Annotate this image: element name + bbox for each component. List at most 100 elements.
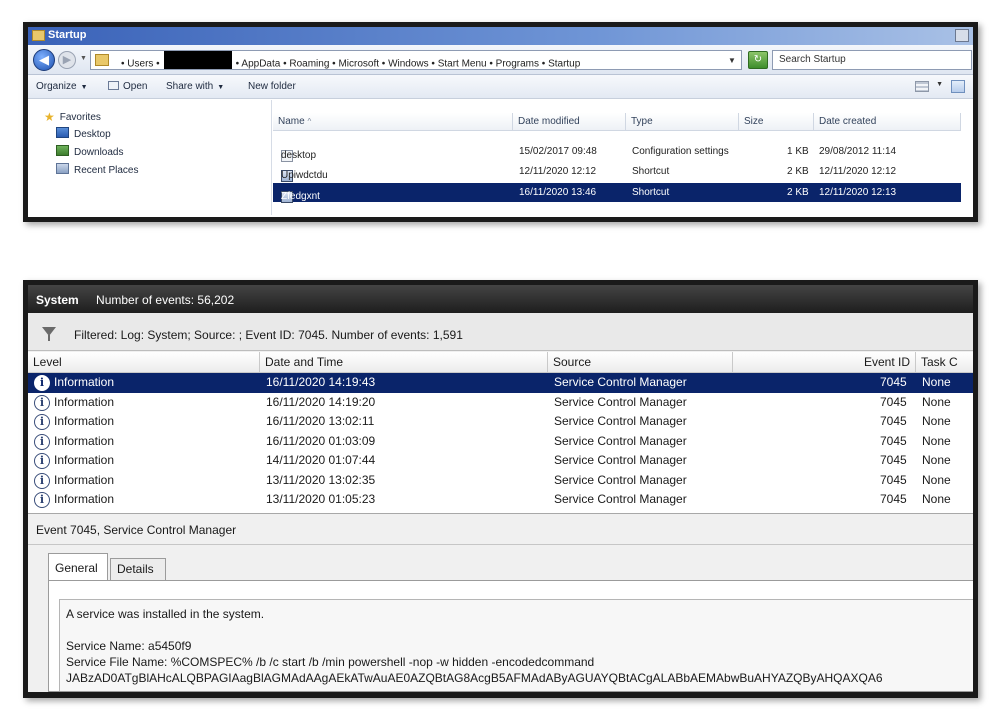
address-segment-path[interactable]: • AppData • Roaming • Microsoft • Window… — [236, 59, 581, 69]
column-header-level[interactable]: Level — [28, 352, 260, 373]
event-row[interactable]: i Information 13/11/2020 01:05:23 Servic… — [28, 490, 973, 510]
share-with-button[interactable]: Share with ▼ — [166, 81, 224, 92]
address-bar-row: ◀ ▶ ▼ • Users • • AppData • Roaming • Mic… — [28, 45, 973, 75]
explorer-title-bar: Startup — [28, 27, 973, 45]
column-header-type[interactable]: Type — [626, 113, 739, 131]
file-type: Shortcut — [632, 166, 670, 177]
tab-general[interactable]: General — [48, 553, 108, 581]
file-name: Zfedgxnt — [281, 191, 320, 202]
view-options-icon[interactable] — [915, 81, 929, 92]
new-folder-button[interactable]: New folder — [248, 81, 296, 92]
file-list: Name ^ Date modified Type Size Date crea… — [273, 100, 973, 215]
event-id: 7045 — [880, 433, 907, 448]
column-header-task-category[interactable]: Task C — [916, 352, 973, 373]
event-id: 7045 — [880, 375, 907, 389]
event-row[interactable]: i Information 13/11/2020 13:02:35 Servic… — [28, 471, 973, 491]
folder-icon — [32, 30, 45, 41]
event-id: 7045 — [880, 453, 907, 467]
event-id: 7045 — [880, 394, 907, 409]
back-button[interactable]: ◀ — [33, 49, 55, 71]
event-task: None — [922, 394, 951, 409]
event-viewer-window: System Number of events: 56,202 Filtered… — [23, 280, 978, 698]
forward-button[interactable]: ▶ — [58, 51, 76, 69]
chevron-down-icon[interactable]: ▼ — [936, 81, 943, 88]
event-description[interactable]: A service was installed in the system. S… — [59, 599, 973, 691]
address-bar[interactable]: • Users • • AppData • Roaming • Microsoft… — [90, 50, 742, 70]
file-date-created: 12/11/2020 12:12 — [819, 166, 897, 177]
event-task: None — [922, 472, 951, 487]
file-name: desktop — [281, 150, 317, 161]
column-header-date-created[interactable]: Date created — [814, 113, 961, 131]
address-segment-users[interactable]: • Users • — [121, 59, 160, 69]
event-date-time: 16/11/2020 14:19:20 — [266, 394, 376, 409]
file-date-modified: 16/11/2020 13:46 — [519, 187, 597, 198]
events-table: Level Date and Time Source Event ID Task… — [28, 352, 973, 514]
history-dropdown-icon[interactable]: ▼ — [80, 55, 87, 62]
column-header-event-id[interactable]: Event ID — [733, 352, 916, 373]
downloads-icon — [56, 145, 69, 156]
log-name: System — [36, 293, 79, 307]
service-name: Service Name: a5450f9 — [66, 639, 192, 653]
file-size: 2 KB — [787, 166, 809, 177]
preview-pane-icon[interactable] — [951, 80, 965, 93]
event-level: Information — [54, 394, 115, 409]
minimize-button[interactable] — [955, 29, 969, 42]
tab-details[interactable]: Details — [110, 558, 166, 581]
event-row-selected[interactable]: i Information 16/11/2020 14:19:43 Servic… — [28, 373, 973, 393]
event-task: None — [922, 414, 951, 428]
file-date-modified: 12/11/2020 12:12 — [519, 166, 597, 177]
filter-bar: Filtered: Log: System; Source: ; Event I… — [28, 313, 973, 351]
column-header-source[interactable]: Source — [548, 352, 733, 373]
event-count: Number of events: 56,202 — [96, 293, 235, 307]
open-icon — [108, 81, 119, 90]
search-input[interactable]: Search Startup — [772, 50, 972, 70]
file-type: Shortcut — [632, 187, 670, 198]
event-level: Information — [54, 472, 115, 487]
event-task: None — [922, 375, 951, 389]
nav-recent-places[interactable]: Recent Places — [56, 163, 138, 176]
event-id: 7045 — [880, 414, 907, 428]
column-header-date-modified[interactable]: Date modified — [513, 113, 626, 131]
navigation-pane: ★ Favorites Desktop Downloads Recent Plac… — [28, 100, 272, 215]
organize-button[interactable]: Organize ▼ — [36, 81, 88, 92]
event-row[interactable]: i Information 16/11/2020 01:03:09 Servic… — [28, 432, 973, 452]
event-source: Service Control Manager — [554, 375, 687, 389]
description-line: A service was installed in the system. — [66, 607, 265, 621]
open-button[interactable]: Open — [108, 81, 147, 92]
file-size: 1 KB — [787, 146, 809, 157]
file-name: Upiwdctdu — [281, 170, 328, 181]
nav-favorites[interactable]: ★ Favorites — [44, 110, 101, 124]
event-row[interactable]: i Information 16/11/2020 13:02:11 Servic… — [28, 412, 973, 432]
file-date-created: 29/08/2012 11:14 — [819, 146, 897, 157]
event-id: 7045 — [880, 492, 907, 506]
event-row[interactable]: i Information 14/11/2020 01:07:44 Servic… — [28, 451, 973, 471]
file-row-selected[interactable]: Zfedgxnt 16/11/2020 13:46 Shortcut 2 KB … — [273, 183, 961, 203]
event-date-time: 13/11/2020 13:02:35 — [266, 472, 376, 487]
event-level: Information — [54, 492, 115, 506]
information-icon: i — [34, 492, 50, 508]
information-icon: i — [34, 414, 50, 430]
information-icon: i — [34, 472, 50, 489]
event-level: Information — [54, 375, 115, 389]
event-source: Service Control Manager — [554, 492, 687, 506]
recent-places-icon — [56, 163, 69, 174]
file-row[interactable]: desktop 15/02/2017 09:48 Configuration s… — [273, 142, 973, 162]
nav-downloads[interactable]: Downloads — [56, 145, 123, 158]
refresh-button[interactable]: ↻ — [748, 51, 768, 69]
filter-icon — [42, 327, 56, 341]
event-level: Information — [54, 453, 115, 467]
column-header-size[interactable]: Size — [739, 113, 814, 131]
explorer-window: Startup ◀ ▶ ▼ • Users • • AppData • Roami… — [23, 22, 978, 222]
file-row[interactable]: Upiwdctdu 12/11/2020 12:12 Shortcut 2 KB… — [273, 162, 973, 182]
file-size: 2 KB — [787, 187, 809, 198]
event-date-time: 13/11/2020 01:05:23 — [266, 492, 376, 506]
event-detail-header: Event 7045, Service Control Manager — [28, 515, 973, 545]
event-row[interactable]: i Information 16/11/2020 14:19:20 Servic… — [28, 393, 973, 413]
event-level: Information — [54, 433, 115, 448]
event-source: Service Control Manager — [554, 472, 687, 487]
column-header-date-time[interactable]: Date and Time — [260, 352, 548, 373]
file-type: Configuration settings — [632, 146, 729, 157]
nav-desktop[interactable]: Desktop — [56, 127, 111, 140]
address-dropdown-icon[interactable]: ▼ — [728, 56, 736, 65]
column-header-name[interactable]: Name ^ — [273, 113, 513, 131]
